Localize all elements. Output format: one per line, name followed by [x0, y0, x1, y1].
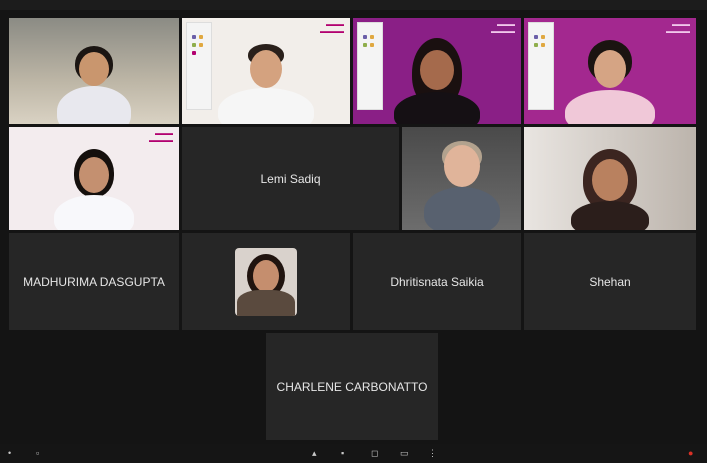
participant-grid: ▬▬▬ ▬▬▬▬ ▬▬▬ ▬▬▬▬ ▬▬▬ ▬▬▬▬ ▬▬▬ ▬▬▬▬ Lemi… [0, 0, 707, 463]
participant-tile-shehan[interactable]: Shehan [524, 233, 696, 330]
video-tile-3[interactable]: ▬▬▬ ▬▬▬▬ [353, 18, 521, 124]
video-tile-2[interactable]: ▬▬▬ ▬▬▬▬ [182, 18, 350, 124]
brand-logo: ▬▬▬ ▬▬▬▬ [491, 22, 515, 35]
mic-icon[interactable]: ▴ [312, 448, 317, 458]
captions-icon[interactable]: ◻ [371, 448, 378, 458]
avatar [235, 247, 297, 316]
slide-panel [528, 22, 554, 110]
participant-tile-madhurima[interactable]: MADHURIMA DASGUPTA [9, 233, 179, 330]
participant-name: Lemi Sadiq [260, 171, 321, 186]
info-icon[interactable]: • [8, 448, 11, 458]
video-tile-6[interactable] [402, 127, 521, 230]
meeting-toolbar: • ▫ ▴ ▪ ◻ ▭ ⋮ ● [0, 444, 707, 463]
slide-panel [357, 22, 383, 110]
slide-panel [186, 22, 212, 110]
participant-name: MADHURIMA DASGUPTA [23, 274, 165, 289]
video-tile-1[interactable] [9, 18, 179, 124]
participant-tile-charlene[interactable]: CHARLENE CARBONATTO [266, 333, 438, 440]
video-tile-5[interactable]: ▬▬▬ ▬▬▬▬ [9, 127, 179, 230]
participant-name: Dhritisnata Saikia [390, 274, 484, 289]
participant-name: Shehan [589, 274, 631, 289]
brand-logo: ▬▬▬ ▬▬▬▬ [666, 22, 690, 35]
more-icon[interactable]: ⋮ [428, 448, 437, 458]
video-tile-7[interactable] [524, 127, 696, 230]
participant-tile-lemi[interactable]: Lemi Sadiq [182, 127, 399, 230]
brand-logo: ▬▬▬ ▬▬▬▬ [149, 131, 173, 144]
participant-tile-avatar[interactable] [182, 233, 350, 330]
camera-icon[interactable]: ▪ [341, 448, 344, 458]
video-tile-4[interactable]: ▬▬▬ ▬▬▬▬ [524, 18, 696, 124]
present-icon[interactable]: ▭ [400, 448, 409, 458]
end-call-icon[interactable]: ● [688, 448, 693, 458]
participant-name: CHARLENE CARBONATTO [276, 379, 428, 394]
brand-logo: ▬▬▬ ▬▬▬▬ [320, 22, 344, 35]
participant-tile-dhritisnata[interactable]: Dhritisnata Saikia [353, 233, 521, 330]
grid-icon[interactable]: ▫ [36, 448, 39, 458]
